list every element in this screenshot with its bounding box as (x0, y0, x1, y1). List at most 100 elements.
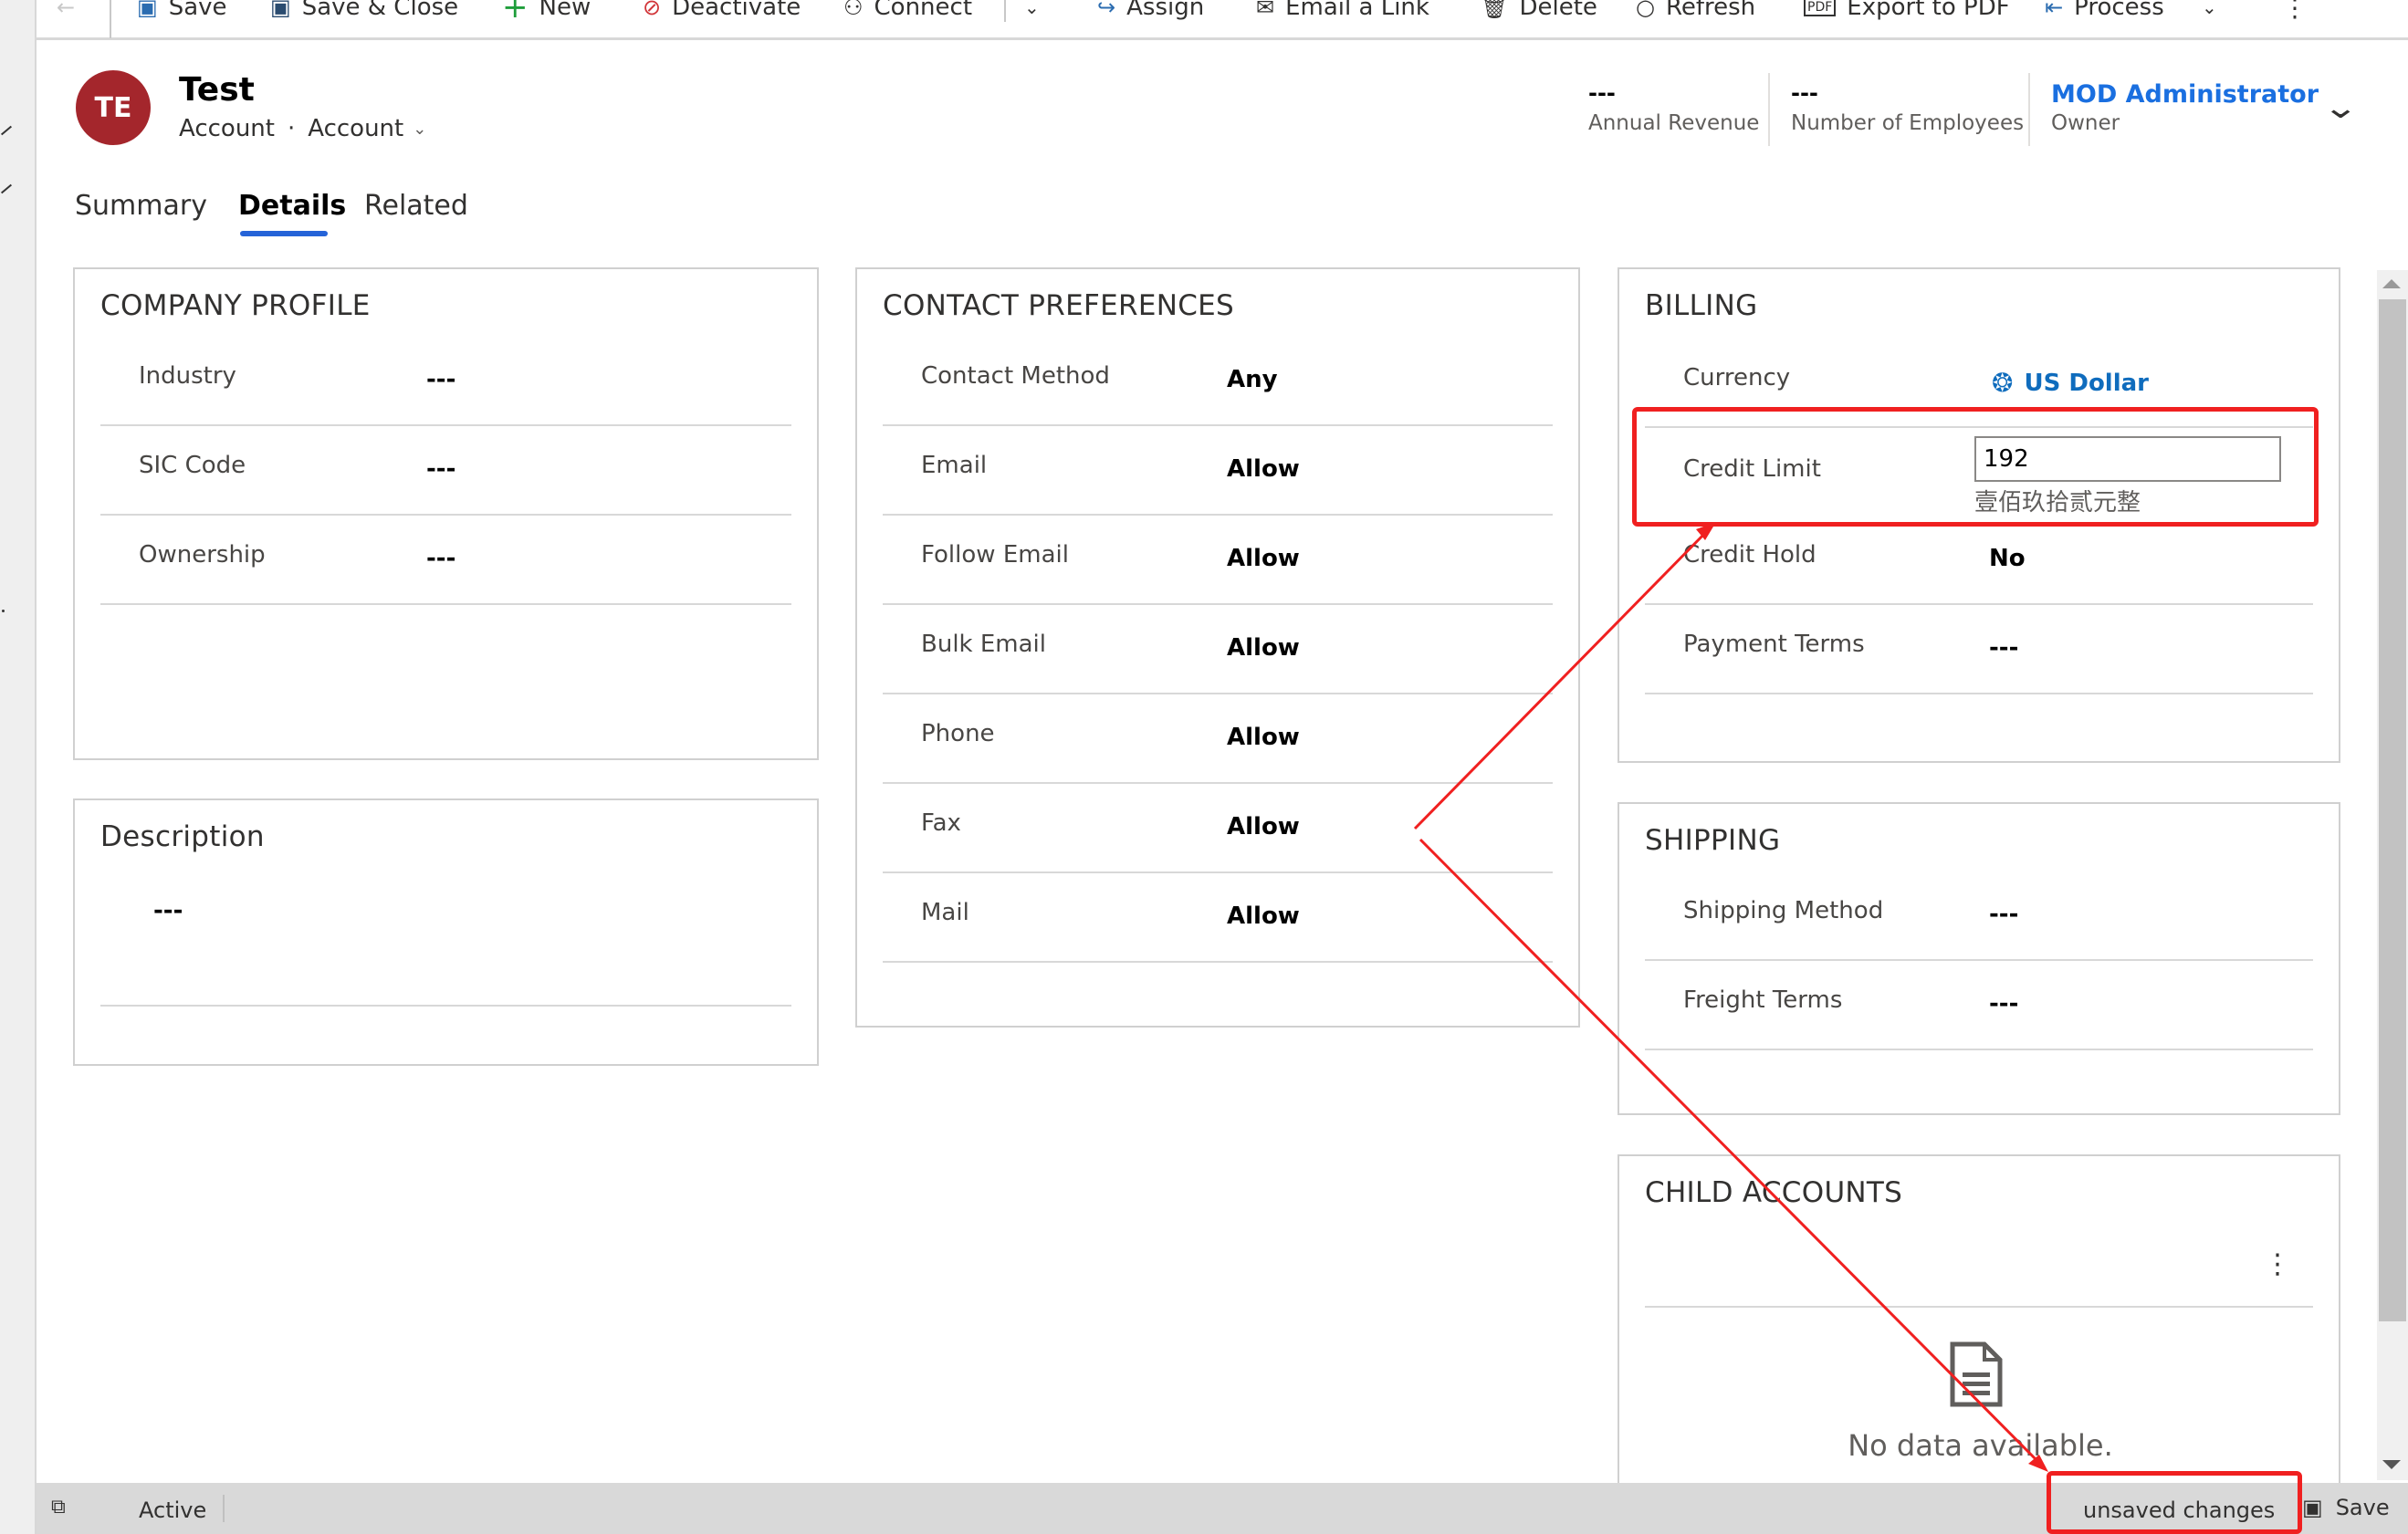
more-commands-button[interactable]: ⋮ (2282, 0, 2308, 26)
email-link-icon: ✉ (1256, 0, 1275, 20)
refresh-button[interactable]: ○ Refresh (1636, 0, 1755, 26)
field-phone[interactable]: Phone Allow (883, 694, 1553, 784)
process-label: Process (2074, 0, 2164, 21)
field-value: --- (1989, 634, 2019, 662)
subtitle-separator: · (287, 115, 296, 142)
field-label: Credit Hold (1683, 541, 1816, 569)
save-close-label: Save & Close (301, 0, 459, 21)
field-label: Mail (921, 899, 969, 926)
toolbar-divider (1004, 0, 1006, 22)
back-button[interactable]: ← (57, 0, 75, 26)
rail-dot (2, 610, 5, 612)
employees-value: --- (1791, 80, 1818, 106)
annotation-box-unsaved-changes (2047, 1471, 2302, 1534)
deactivate-label: Deactivate (672, 0, 801, 21)
field-shipping-method[interactable]: Shipping Method --- (1645, 871, 2313, 961)
new-button[interactable]: + New (502, 0, 591, 26)
scroll-down-arrow[interactable] (2382, 1460, 2401, 1469)
process-icon: ⇤ (2045, 0, 2064, 20)
field-value: Any (1227, 366, 1278, 393)
field-label: Shipping Method (1683, 897, 1884, 924)
save-close-button[interactable]: ▣ Save & Close (270, 0, 458, 26)
field-bulk-email[interactable]: Bulk Email Allow (883, 605, 1553, 694)
connect-dropdown[interactable]: ⌄ (1024, 0, 1040, 26)
plus-icon: + (502, 0, 529, 26)
field-value: Allow (1227, 634, 1300, 662)
currency-icon: ❂ (1992, 368, 2014, 398)
field-payment-terms[interactable]: Payment Terms --- (1645, 605, 2313, 694)
field-value: Allow (1227, 903, 1300, 930)
save-button[interactable]: ▣ Save (137, 0, 227, 26)
field-mail[interactable]: Mail Allow (883, 873, 1553, 963)
field-value: No (1989, 545, 2026, 572)
child-accounts-more-button[interactable]: ⋮ (2264, 1248, 2291, 1280)
status-save-button[interactable]: ▣ Save (2302, 1495, 2390, 1520)
field-value: --- (1989, 990, 2019, 1017)
tab-details[interactable]: Details (238, 190, 346, 222)
tab-related[interactable]: Related (364, 190, 468, 222)
field-value: --- (426, 455, 456, 483)
owner-link[interactable]: MOD Administrator (2051, 80, 2319, 109)
assign-button[interactable]: ↪ Assign (1097, 0, 1204, 26)
field-follow-email[interactable]: Follow Email Allow (883, 516, 1553, 605)
back-arrow-icon: ← (57, 0, 76, 20)
scroll-up-arrow[interactable] (2382, 279, 2401, 288)
export-pdf-button[interactable]: PDF Export to PDF (1804, 0, 2010, 26)
field-email[interactable]: Email Allow (883, 426, 1553, 516)
avatar-initials: TE (94, 91, 132, 124)
contact-preferences-section: CONTACT PREFERENCES Contact Method Any E… (855, 267, 1580, 1028)
connect-icon: ⚇ (843, 0, 864, 20)
field-label: Ownership (139, 541, 266, 569)
save-close-icon: ▣ (270, 0, 291, 20)
delete-label: Delete (1519, 0, 1597, 21)
header-divider (1768, 73, 1770, 146)
open-in-new-window-icon[interactable]: ⧉ (51, 1496, 66, 1518)
deactivate-button[interactable]: ⊘ Deactivate (643, 0, 801, 26)
field-freight-terms[interactable]: Freight Terms --- (1645, 961, 2313, 1050)
subgrid-divider (1645, 1306, 2313, 1308)
save-label: Save (2335, 1495, 2390, 1520)
header-field-owner: MOD Administrator Owner (2051, 80, 2319, 135)
process-button[interactable]: ⇤ Process (2045, 0, 2164, 26)
child-accounts-section: CHILD ACCOUNTS (1618, 1154, 2340, 1519)
empty-state-message: No data available. (1848, 1428, 2113, 1463)
header-expand-button[interactable]: ⌄ (2322, 89, 2359, 126)
field-description[interactable]: --- (100, 870, 791, 1007)
connect-label: Connect (874, 0, 973, 21)
currency-value: US Dollar (2024, 369, 2149, 397)
connect-button[interactable]: ⚇ Connect (843, 0, 972, 26)
field-industry[interactable]: Industry --- (100, 337, 791, 426)
tab-summary[interactable]: Summary (75, 190, 207, 222)
field-value: Allow (1227, 724, 1300, 751)
annotation-box-credit-limit (1632, 407, 2319, 527)
header-divider (2028, 73, 2030, 146)
currency-link[interactable]: ❂ US Dollar (1992, 368, 2149, 398)
pdf-icon: PDF (1804, 0, 1837, 16)
process-dropdown[interactable]: ⌄ (2202, 0, 2217, 26)
field-label: Bulk Email (921, 631, 1046, 658)
field-sic-code[interactable]: SIC Code --- (100, 426, 791, 516)
annual-revenue-label: Annual Revenue (1588, 111, 1760, 135)
field-value: Allow (1227, 455, 1300, 483)
toolbar-divider (110, 0, 111, 38)
field-contact-method[interactable]: Contact Method Any (883, 337, 1553, 426)
description-section: Description --- (73, 798, 819, 1066)
delete-button[interactable]: 🗑 Delete (1481, 0, 1597, 26)
owner-label: Owner (2051, 111, 2120, 135)
form-selector[interactable]: Account ⌄ (308, 115, 426, 142)
save-label: Save (168, 0, 227, 21)
more-vertical-icon: ⋮ (2264, 1248, 2291, 1280)
email-link-button[interactable]: ✉ Email a Link (1256, 0, 1429, 26)
avatar: TE (76, 70, 151, 145)
deactivate-icon: ⊘ (643, 0, 662, 20)
document-icon (1950, 1341, 2003, 1411)
field-fax[interactable]: Fax Allow (883, 784, 1553, 873)
delete-icon: 🗑 (1481, 0, 1509, 20)
field-credit-hold[interactable]: Credit Hold No (1645, 516, 2313, 605)
new-label: New (539, 0, 592, 21)
scrollbar-thumb[interactable] (2379, 299, 2406, 1321)
field-label: Industry (139, 362, 236, 390)
field-ownership[interactable]: Ownership --- (100, 516, 791, 605)
email-link-label: Email a Link (1285, 0, 1429, 21)
section-title: CONTACT PREFERENCES (883, 289, 1235, 322)
